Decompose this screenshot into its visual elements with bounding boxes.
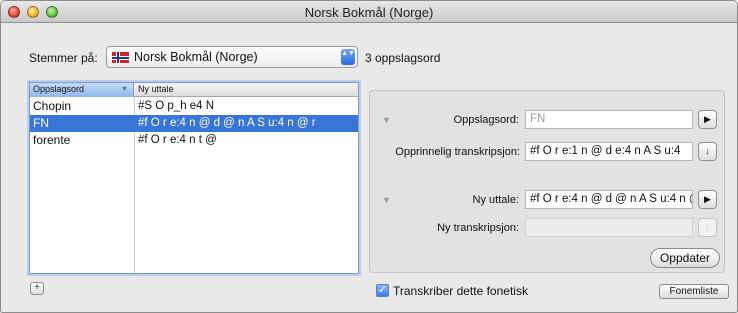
new-pronunciation-label: Ny uttale: xyxy=(472,194,519,206)
lookup-field[interactable]: FN xyxy=(525,110,693,129)
update-button[interactable]: Oppdater xyxy=(650,248,720,268)
table-row[interactable]: Chopin #S O p_h e4 N xyxy=(30,98,358,115)
row-word: forente xyxy=(33,133,71,147)
app-window: Norsk Bokmål (Norge) Stemmer på: Norsk B… xyxy=(0,0,738,313)
voice-select[interactable]: Norsk Bokmål (Norge) ▲▼ xyxy=(106,46,358,68)
voice-select-value: Norsk Bokmål (Norge) xyxy=(134,50,258,64)
original-transcription-field[interactable]: #f O r e:1 n @ d e:4 n A S u:4 xyxy=(525,142,693,161)
copy-down-button[interactable]: ↓ xyxy=(698,142,717,161)
disclosure-triangle-icon[interactable]: ▼ xyxy=(382,115,391,125)
lookup-label: Oppslagsord: xyxy=(453,114,519,126)
select-arrows-icon: ▲▼ xyxy=(341,49,355,65)
table-header: Oppslagsord ▼ Ny uttale xyxy=(30,83,358,97)
row-word: Chopin xyxy=(33,99,72,113)
sort-descending-icon: ▼ xyxy=(121,86,128,93)
new-transcription-label: Ny transkripsjon: xyxy=(437,222,519,234)
disclosure-triangle-icon[interactable]: ▼ xyxy=(382,195,391,205)
copy-up-button[interactable]: ↑ xyxy=(698,218,717,237)
window-title: Norsk Bokmål (Norge) xyxy=(304,5,434,20)
column-header-pronunciation[interactable]: Ny uttale xyxy=(138,83,174,96)
row-word: FN xyxy=(33,116,49,130)
add-entry-button[interactable]: + xyxy=(30,282,44,295)
row-pronunciation: #S O p_h e4 N xyxy=(138,100,215,112)
table-row-selected[interactable]: FN #f O r e:4 n @ d @ n A S u:4 n @ r xyxy=(30,115,358,132)
voice-label: Stemmer på: xyxy=(29,51,98,65)
transcribe-checkbox[interactable]: ✓ xyxy=(376,284,389,297)
phoneme-list-button[interactable]: Fonemliste xyxy=(659,284,729,299)
row-pronunciation: #f O r e:4 n t @ xyxy=(138,134,217,146)
new-pronunciation-field[interactable]: #f O r e:4 n @ d @ n A S u:4 n @ r xyxy=(525,190,693,209)
title-bar: Norsk Bokmål (Norge) xyxy=(1,1,737,23)
lexicon-table[interactable]: Oppslagsord ▼ Ny uttale Chopin #S O p_h … xyxy=(29,82,359,274)
column-header-word[interactable]: Oppslagsord ▼ xyxy=(30,83,134,97)
norway-flag-icon xyxy=(112,52,129,63)
play-new-pronunciation-button[interactable]: ▶ xyxy=(698,190,717,209)
table-row[interactable]: forente #f O r e:4 n t @ xyxy=(30,132,358,149)
entry-count: 3 oppslagsord xyxy=(365,51,441,65)
row-pronunciation: #f O r e:4 n @ d @ n A S u:4 n @ r xyxy=(138,117,316,129)
original-transcription-label: Opprinnelig transkripsjon: xyxy=(395,146,520,158)
new-transcription-field[interactable] xyxy=(525,218,693,237)
detail-panel: ▼ Oppslagsord: FN ▶ Opprinnelig transkri… xyxy=(369,90,725,273)
play-lookup-button[interactable]: ▶ xyxy=(698,110,717,129)
transcribe-label: Transkriber dette fonetisk xyxy=(393,284,528,298)
